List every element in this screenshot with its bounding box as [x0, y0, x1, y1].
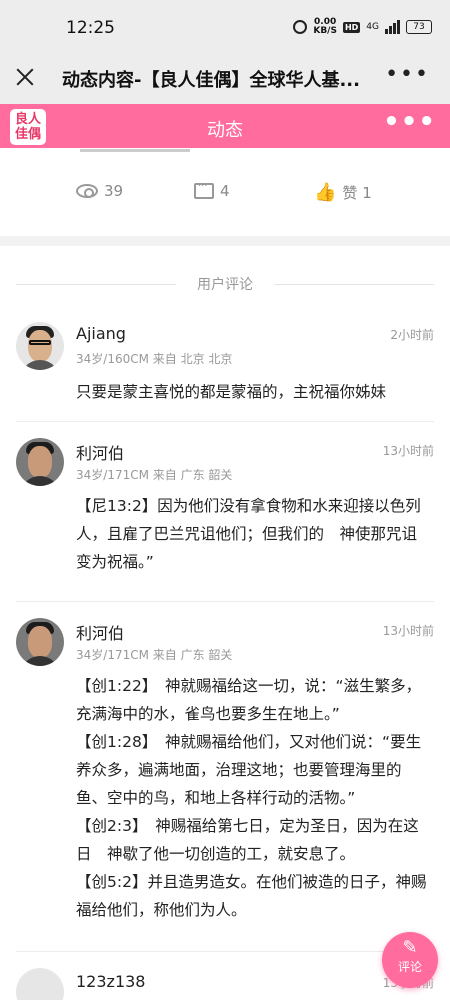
avatar[interactable]: [16, 438, 64, 486]
comment-item: 利河伯 34岁/171CM 来自 广东 韶关 13小时前 【创1:22】 神就赐…: [16, 602, 434, 952]
page-title: 动态内容-【良人佳偶】全球华人基...: [62, 70, 360, 91]
app-bar: 良人 佳偶 动态 •••: [0, 104, 450, 148]
battery-icon: 73: [406, 20, 432, 34]
comment-time: 13小时前: [382, 624, 434, 638]
comment-author[interactable]: 利河伯: [76, 620, 124, 644]
comment-item: 利河伯 34岁/171CM 来自 广东 韶关 13小时前 【尼13:2】因为他们…: [16, 422, 434, 602]
signal-icon: [385, 20, 400, 34]
comment-meta: 34岁/160CM 来自 北京 北京: [76, 352, 233, 366]
comment-meta: 34岁/171CM 来自 广东 韶关: [76, 468, 233, 482]
comment-text-line: 【创1:22】 神就赐福给这一切，说：“滋生繁多，充满海中的水，雀鸟也要多生在地…: [76, 677, 422, 723]
section-divider: [0, 236, 450, 246]
views-stat: 39: [76, 182, 123, 200]
comments-section-header: 用户评论: [0, 246, 450, 306]
likes-count: 赞 1: [342, 184, 372, 202]
comments-section-title: 用户评论: [197, 277, 253, 293]
comment-text-line: 【创2:3】 神赐福给第七日，定为圣日，因为在这日 神歇了他一切创造的工，就安息…: [76, 817, 419, 863]
alarm-icon: [293, 20, 308, 34]
comment-author[interactable]: Ajiang: [76, 324, 126, 343]
comment-author[interactable]: 利河伯: [76, 440, 124, 464]
pen-icon: ✎: [402, 937, 418, 958]
like-button[interactable]: 👍 赞 1: [314, 182, 372, 203]
comment-time: 13小时前: [382, 444, 434, 458]
post-stats: 39 4 👍 赞 1: [0, 156, 450, 226]
comment-time: 2小时前: [390, 328, 434, 342]
more-options-icon[interactable]: •••: [385, 64, 430, 86]
close-icon[interactable]: [14, 66, 36, 88]
comment-text-line: 【创5:2】并且造男造女。在他们被造的日子，神赐福给他们，称他们为人。: [76, 873, 427, 919]
net-speed: 0.00 KB/S: [313, 17, 337, 36]
browser-header: 动态内容-【良人佳偶】全球华人基... •••: [0, 56, 450, 104]
status-time: 12:25: [66, 18, 115, 38]
comment-text-line: 【创1:28】 神就赐福给他们，又对他们说：“要生养众多，遍满地面，治理这地；也…: [76, 733, 422, 807]
status-bar: 12:25 0.00 KB/S HD 4G 73: [0, 0, 450, 56]
write-comment-label: 评论: [397, 960, 422, 974]
network-label: 4G: [366, 22, 379, 32]
comment-author[interactable]: 123z138: [76, 972, 145, 991]
eye-icon: [76, 184, 98, 198]
comment-text: 【创1:22】 神就赐福给这一切，说：“滋生繁多，充满海中的水，雀鸟也要多生在地…: [76, 672, 432, 924]
hd-badge: HD: [342, 21, 361, 33]
truncated-content: [0, 148, 450, 156]
comment-item: 123z138 13小时前: [16, 952, 434, 1000]
app-more-icon[interactable]: •••: [383, 109, 436, 135]
status-icons: 0.00 KB/S HD 4G 73: [293, 18, 432, 36]
views-count: 39: [104, 182, 124, 200]
comment-icon: [194, 181, 214, 199]
avatar[interactable]: [16, 618, 64, 666]
comment-text: 【尼13:2】因为他们没有拿食物和水来迎接以色列人，且雇了巴兰咒诅他们；但我们的…: [76, 497, 421, 571]
write-comment-button[interactable]: ✎ 评论: [382, 932, 438, 988]
comments-count: 4: [220, 182, 230, 200]
comments-stat[interactable]: 4: [194, 181, 230, 200]
comment-text: 只要是蒙主喜悦的都是蒙福的，主祝福你姊妹: [76, 383, 387, 401]
comment-meta: 34岁/171CM 来自 广东 韶关: [76, 648, 233, 662]
comment-item: Ajiang 34岁/160CM 来自 北京 北京 2小时前 只要是蒙主喜悦的都…: [16, 306, 434, 422]
thumb-up-icon: 👍: [314, 182, 337, 203]
avatar[interactable]: [16, 322, 64, 370]
avatar[interactable]: [16, 968, 64, 1000]
